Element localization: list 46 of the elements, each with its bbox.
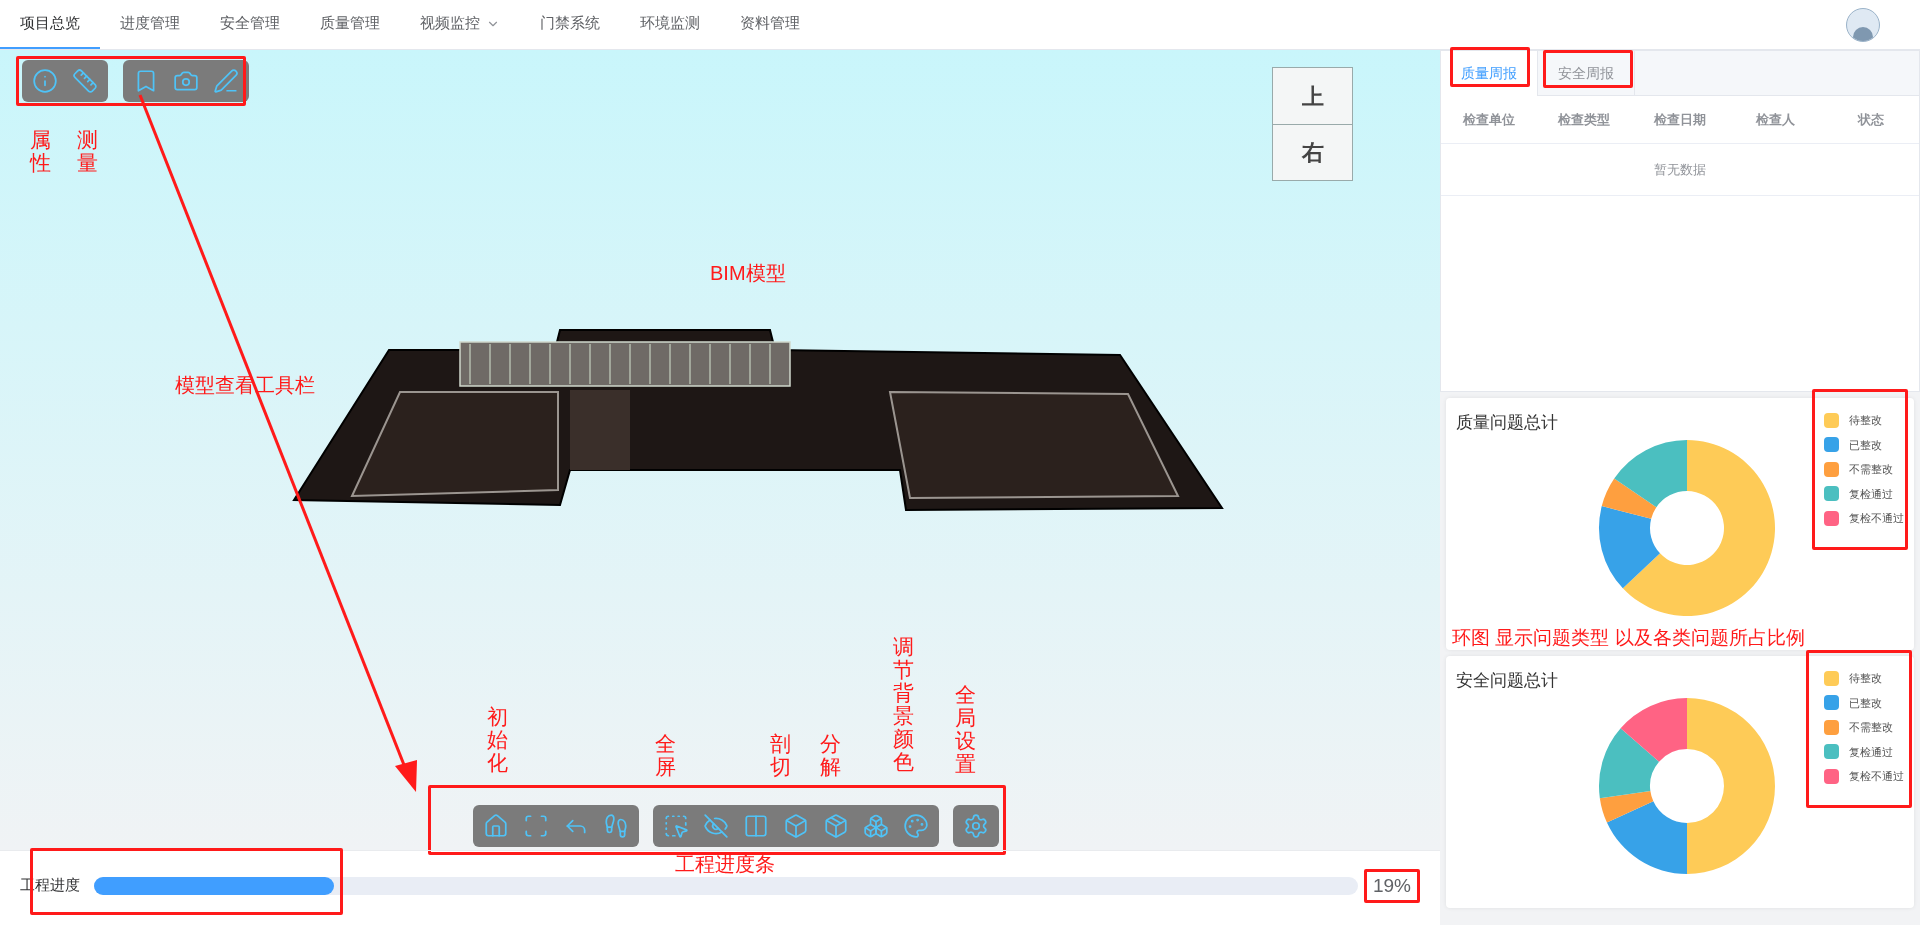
ruler-icon[interactable]	[70, 66, 100, 96]
nav-tab[interactable]: 资料管理	[720, 0, 820, 49]
annotation-label: 调节背景颜色	[893, 635, 914, 774]
annotation-label: 属性	[30, 128, 51, 175]
legend-label: 不需整改	[1849, 720, 1893, 735]
legend-label: 待整改	[1849, 671, 1882, 686]
info-icon[interactable]	[30, 66, 60, 96]
nav-tab[interactable]: 安全管理	[200, 0, 300, 49]
legend-label: 不需整改	[1849, 462, 1893, 477]
legend-label: 复检不通过	[1849, 511, 1904, 526]
column-header: 检查类型	[1556, 110, 1612, 129]
legend-label: 复检不通过	[1849, 769, 1904, 784]
annotation-label: 初始化	[487, 705, 508, 775]
nav-tab[interactable]: 进度管理	[100, 0, 200, 49]
nav-cube[interactable]: 上 右	[1272, 67, 1353, 181]
empty-text: 暂无数据	[1654, 160, 1706, 179]
annotation-label: 剖切	[770, 732, 791, 779]
annotation-label: 全屏	[655, 732, 676, 779]
legend-label: 复检通过	[1849, 486, 1893, 502]
annotation-label: 全局设置	[955, 683, 976, 776]
nav-tab[interactable]: 门禁系统	[520, 0, 620, 49]
nav-tab[interactable]: 环境监测	[620, 0, 720, 49]
annotation-label: 工程进度条	[675, 852, 775, 877]
annotation-label: 测量	[77, 128, 98, 175]
legend-label: 已整改	[1849, 437, 1882, 453]
pen-icon[interactable]	[211, 66, 241, 96]
progress-reading: 19%	[1372, 874, 1411, 897]
column-header: 检查单位	[1461, 110, 1516, 129]
chart-title: 安全问题总计	[1456, 670, 1558, 692]
column-header: 检查日期	[1652, 110, 1707, 129]
chart-title: 质量问题总计	[1456, 412, 1558, 434]
legend-label: 待整改	[1849, 413, 1882, 428]
cube-face[interactable]: 上	[1273, 68, 1352, 124]
palette-icon[interactable]	[901, 811, 931, 841]
nav-tab[interactable]: 质量管理	[300, 0, 400, 49]
hide-icon[interactable]	[701, 811, 731, 841]
annotation-label: 环图 显示问题类型 以及各类问题所占比例	[1452, 626, 1805, 650]
avatar[interactable]	[1846, 7, 1880, 42]
legend-label: 复检通过	[1849, 744, 1893, 760]
legend-label: 已整改	[1849, 695, 1882, 711]
annotation-label: BIM模型	[710, 261, 786, 286]
nav-tab[interactable]: 视频监控	[400, 0, 520, 49]
column-header: 检查人	[1754, 110, 1797, 129]
cube-face[interactable]: 右	[1273, 124, 1352, 180]
annotation-label: 分解	[820, 732, 841, 779]
column-header: 状态	[1856, 110, 1886, 129]
